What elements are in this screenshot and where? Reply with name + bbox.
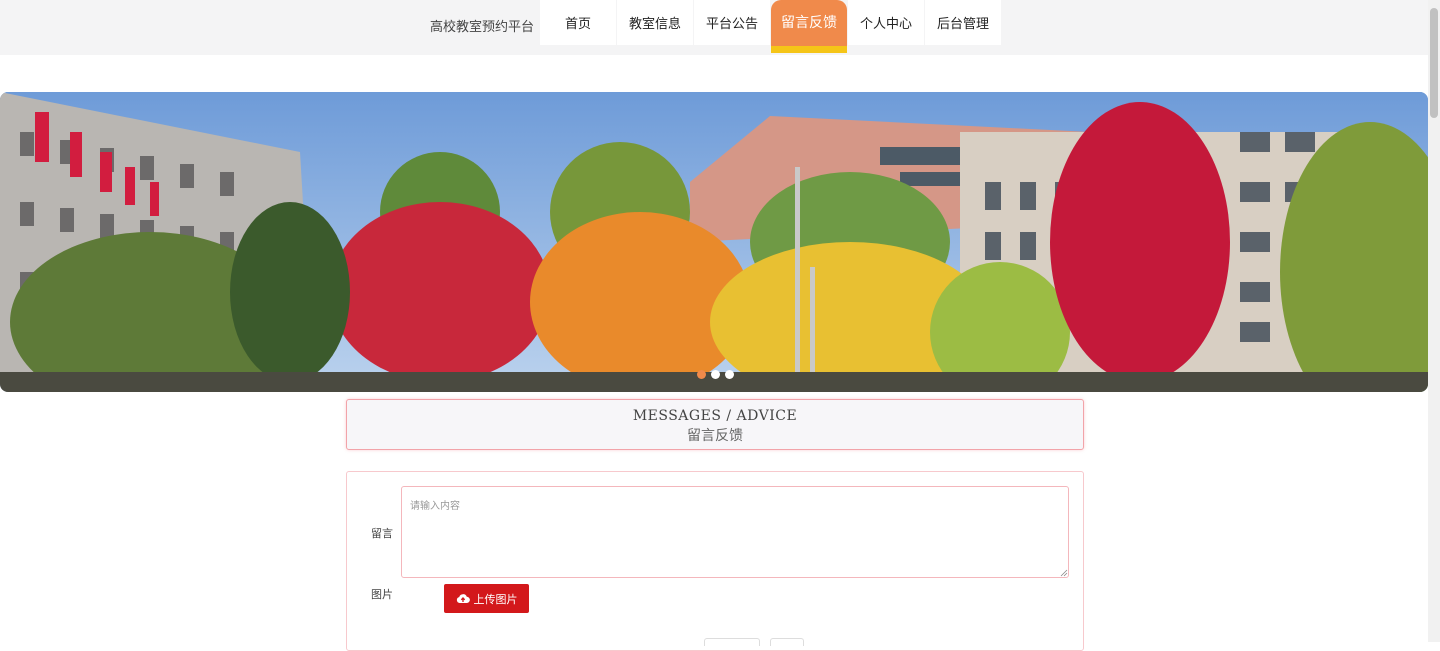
nav-admin-label: 后台管理 bbox=[936, 17, 989, 32]
banner-campus-image bbox=[0, 92, 1428, 392]
nav-home-label: 首页 bbox=[564, 17, 591, 32]
carousel-indicators bbox=[697, 370, 734, 379]
section-title-en: MESSAGES / ADVICE bbox=[632, 408, 798, 424]
message-textarea[interactable] bbox=[401, 486, 1069, 578]
nav-announcements-label: 平台公告 bbox=[705, 17, 758, 32]
main-nav: 首页 教室信息 平台公告 留言反馈 个人中心 后台管理 bbox=[540, 0, 1001, 53]
nav-admin[interactable]: 后台管理 bbox=[925, 0, 1001, 45]
nav-personal-center-label: 个人中心 bbox=[859, 17, 912, 32]
carousel-dot-2[interactable] bbox=[711, 370, 720, 379]
page-scrollbar[interactable] bbox=[1428, 0, 1440, 642]
top-header: 高校教室预约平台 首页 教室信息 平台公告 留言反馈 个人中心 后台管理 bbox=[0, 0, 1428, 55]
upload-button-label: 上传图片 bbox=[473, 592, 518, 606]
banner-carousel[interactable] bbox=[0, 92, 1428, 392]
message-label: 留言 bbox=[371, 527, 393, 540]
nav-classroom-info[interactable]: 教室信息 bbox=[617, 0, 693, 45]
site-brand[interactable]: 高校教室预约平台 bbox=[430, 16, 534, 35]
nav-feedback-label: 留言反馈 bbox=[781, 15, 837, 31]
section-title-cn: 留言反馈 bbox=[687, 428, 743, 444]
nav-classroom-info-label: 教室信息 bbox=[628, 17, 681, 32]
upload-image-button[interactable]: 上传图片 bbox=[444, 584, 529, 613]
nav-feedback[interactable]: 留言反馈 bbox=[771, 0, 847, 53]
nav-announcements[interactable]: 平台公告 bbox=[694, 0, 770, 45]
cloud-upload-icon bbox=[456, 594, 470, 604]
image-label: 图片 bbox=[371, 588, 393, 601]
reset-button[interactable] bbox=[770, 638, 804, 646]
section-title: MESSAGES / ADVICE 留言反馈 bbox=[346, 399, 1084, 450]
resize-grip-icon[interactable] bbox=[1060, 569, 1068, 577]
carousel-dot-1[interactable] bbox=[697, 370, 706, 379]
submit-button[interactable] bbox=[704, 638, 760, 646]
nav-home[interactable]: 首页 bbox=[540, 0, 616, 45]
scrollbar-thumb[interactable] bbox=[1430, 8, 1438, 118]
carousel-dot-3[interactable] bbox=[725, 370, 734, 379]
nav-personal-center[interactable]: 个人中心 bbox=[848, 0, 924, 45]
